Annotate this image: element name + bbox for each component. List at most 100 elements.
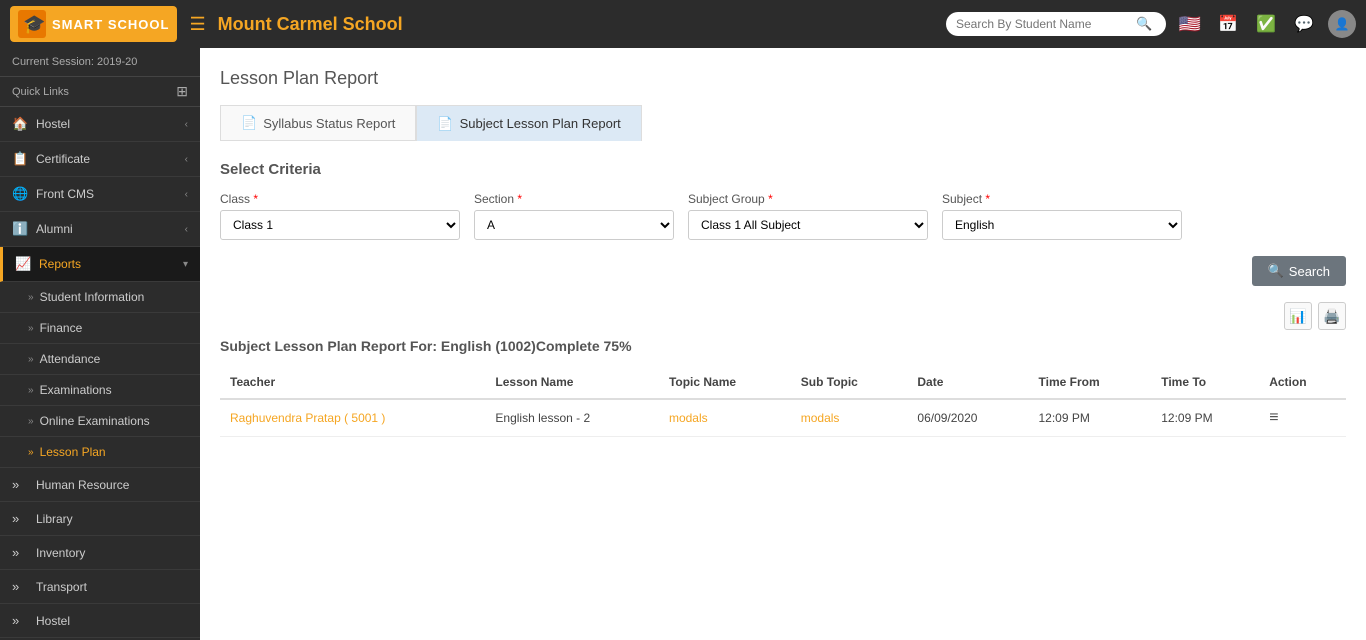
sidebar-sub-item-online-examinations[interactable]: » Online Examinations — [0, 406, 200, 437]
quick-links: Quick Links ⊞ — [0, 77, 200, 107]
sub-item-label: Lesson Plan — [40, 445, 106, 459]
sidebar-item-transport[interactable]: » Transport — [0, 570, 200, 604]
print-icon: 🖨️ — [1323, 308, 1340, 325]
search-btn-row: 🔍 Search — [220, 256, 1346, 286]
cell-date: 06/09/2020 — [907, 399, 1028, 437]
avatar[interactable]: 👤 — [1328, 10, 1356, 38]
subject-group-field: Subject Group * Class 1 All Subject Clas… — [688, 192, 928, 240]
chevron-icon: ‹ — [185, 224, 188, 235]
hamburger-icon[interactable]: ☰ — [189, 14, 205, 35]
print-button[interactable]: 🖨️ — [1318, 302, 1346, 330]
criteria-title: Select Criteria — [220, 161, 1346, 178]
cell-topic-name: modals — [659, 399, 791, 437]
calendar-icon[interactable]: 📅 — [1214, 14, 1242, 34]
section-select[interactable]: A B C D — [474, 210, 674, 240]
class-field: Class * Class 1 Class 2 Class 3 Class 4 … — [220, 192, 460, 240]
tabs-row: 📄 Syllabus Status Report 📄 Subject Lesso… — [220, 105, 1346, 141]
sidebar-item-alumni[interactable]: ℹ️ Alumni ‹ — [0, 212, 200, 247]
cell-sub-topic: modals — [791, 399, 908, 437]
sidebar-item-label: Reports — [39, 257, 183, 271]
sidebar-item-reports[interactable]: 📈 Reports ▾ — [0, 247, 200, 282]
task-icon[interactable]: ✅ — [1252, 14, 1280, 34]
col-header-date: Date — [907, 366, 1028, 399]
sidebar-item-library[interactable]: » Library — [0, 502, 200, 536]
subject-group-label: Subject Group * — [688, 192, 928, 206]
frontcms-icon: 🌐 — [12, 186, 28, 202]
sidebar-item-frontcms[interactable]: 🌐 Front CMS ‹ — [0, 177, 200, 212]
session-info: Current Session: 2019-20 — [0, 48, 200, 77]
subject-select[interactable]: English Mathematics Science Hindi — [942, 210, 1182, 240]
tab-doc-icon: 📄 — [437, 116, 453, 132]
criteria-row: Class * Class 1 Class 2 Class 3 Class 4 … — [220, 192, 1346, 240]
sidebar-item-label: Hostel — [36, 614, 188, 628]
excel-icon: 📊 — [1289, 308, 1306, 325]
svg-text:🎓: 🎓 — [23, 14, 45, 34]
section-field: Section * A B C D — [474, 192, 674, 240]
sidebar-item-label: Human Resource — [36, 478, 188, 492]
sidebar-item-label: Inventory — [36, 546, 188, 560]
sidebar-sub-item-examinations[interactable]: » Examinations — [0, 375, 200, 406]
sub-item-label: Online Examinations — [40, 414, 150, 428]
sidebar-item-hostel[interactable]: 🏠 Hostel ‹ — [0, 107, 200, 142]
col-header-action: Action — [1259, 366, 1346, 399]
flag-icon[interactable]: 🇺🇸 — [1176, 14, 1204, 35]
sidebar-sub-item-finance[interactable]: » Finance — [0, 313, 200, 344]
search-btn-icon: 🔍 — [1268, 263, 1284, 279]
col-header-lesson-name: Lesson Name — [485, 366, 659, 399]
main-layout: Current Session: 2019-20 Quick Links ⊞ 🏠… — [0, 48, 1366, 640]
arrow-right-icon: » — [28, 447, 34, 458]
grid-icon[interactable]: ⊞ — [176, 83, 188, 100]
sidebar-item-label: Library — [36, 512, 188, 526]
quick-links-label: Quick Links — [12, 86, 69, 98]
sidebar-item-hostel2[interactable]: » Hostel — [0, 604, 200, 638]
chevron-icon: ‹ — [185, 119, 188, 130]
search-button[interactable]: 🔍 Search — [1252, 256, 1346, 286]
sub-topic-text: modals — [801, 411, 840, 425]
sidebar-item-certificate[interactable]: 📋 Certificate ‹ — [0, 142, 200, 177]
class-label: Class * — [220, 192, 460, 206]
arrow-right-icon: » — [28, 292, 34, 303]
whatsapp-icon[interactable]: 💬 — [1290, 14, 1318, 34]
class-select[interactable]: Class 1 Class 2 Class 3 Class 4 Class 5 — [220, 210, 460, 240]
chevron-icon: ‹ — [185, 189, 188, 200]
sidebar-item-label: Hostel — [36, 117, 185, 131]
cell-action: ≡ — [1259, 399, 1346, 437]
nav-right: 🔍 🇺🇸 📅 ✅ 💬 👤 — [946, 10, 1356, 38]
cell-lesson-name: English lesson - 2 — [485, 399, 659, 437]
sidebar-sub-item-student-information[interactable]: » Student Information — [0, 282, 200, 313]
col-header-topic-name: Topic Name — [659, 366, 791, 399]
tab-doc-icon: 📄 — [241, 115, 257, 131]
teacher-link[interactable]: Raghuvendra Pratap ( 5001 ) — [230, 411, 385, 425]
sidebar: Current Session: 2019-20 Quick Links ⊞ 🏠… — [0, 48, 200, 640]
col-header-sub-topic: Sub Topic — [791, 366, 908, 399]
sidebar-item-label: Certificate — [36, 152, 185, 166]
hostel2-icon: » — [12, 613, 28, 628]
section-label: Section * — [474, 192, 674, 206]
inventory-icon: » — [12, 545, 28, 560]
subject-group-select[interactable]: Class 1 All Subject Class 2 All Subject — [688, 210, 928, 240]
arrow-right-icon: » — [28, 323, 34, 334]
subject-label: Subject * — [942, 192, 1182, 206]
report-header-row: 📊 🖨️ — [220, 302, 1346, 330]
tab-syllabus-status[interactable]: 📄 Syllabus Status Report — [220, 105, 416, 141]
library-icon: » — [12, 511, 28, 526]
alumni-icon: ℹ️ — [12, 221, 28, 237]
page-title: Lesson Plan Report — [220, 68, 1346, 89]
transport-icon: » — [12, 579, 28, 594]
tab-subject-lesson-plan[interactable]: 📄 Subject Lesson Plan Report — [416, 105, 641, 141]
sidebar-item-inventory[interactable]: » Inventory — [0, 536, 200, 570]
action-menu-icon[interactable]: ≡ — [1269, 409, 1278, 426]
search-box: 🔍 — [946, 12, 1166, 36]
sidebar-sub-item-lesson-plan[interactable]: » Lesson Plan — [0, 437, 200, 468]
sidebar-item-human-resource[interactable]: » Human Resource — [0, 468, 200, 502]
search-input[interactable] — [956, 17, 1136, 31]
export-excel-button[interactable]: 📊 — [1284, 302, 1312, 330]
sidebar-item-label: Front CMS — [36, 187, 185, 201]
cell-teacher: Raghuvendra Pratap ( 5001 ) — [220, 399, 485, 437]
chevron-down-icon: ▾ — [183, 259, 188, 270]
tab-label: Syllabus Status Report — [263, 116, 395, 131]
col-header-time-from: Time From — [1029, 366, 1152, 399]
reports-icon: 📈 — [15, 256, 31, 272]
tab-label: Subject Lesson Plan Report — [460, 116, 621, 131]
sidebar-sub-item-attendance[interactable]: » Attendance — [0, 344, 200, 375]
